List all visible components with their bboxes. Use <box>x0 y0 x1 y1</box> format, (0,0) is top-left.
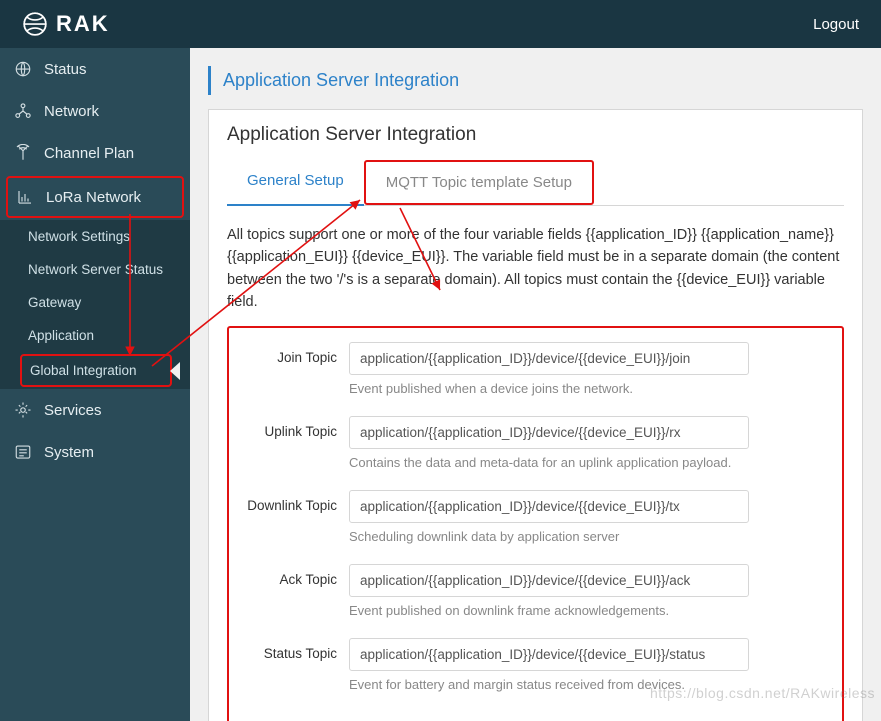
hint-join-topic: Event published when a device joins the … <box>349 381 749 396</box>
antenna-icon <box>14 144 32 162</box>
main-content: Application Server Integration Applicati… <box>190 48 881 721</box>
sidebar-item-label: LoRa Network <box>46 189 141 206</box>
page-title: Application Server Integration <box>208 66 863 95</box>
tab-general-setup[interactable]: General Setup <box>227 160 364 205</box>
integration-panel: Application Server Integration General S… <box>208 109 863 721</box>
sidebar-item-services[interactable]: Services <box>0 389 190 431</box>
sidebar-subitem-gateway[interactable]: Gateway <box>0 286 190 319</box>
gear-icon <box>14 401 32 419</box>
input-uplink-topic[interactable] <box>349 416 749 449</box>
label-uplink-topic: Uplink Topic <box>229 416 349 439</box>
hint-ack-topic: Event published on downlink frame acknow… <box>349 603 749 618</box>
sidebar-item-channel-plan[interactable]: Channel Plan <box>0 132 190 174</box>
sidebar-item-label: Channel Plan <box>44 145 134 162</box>
brand-text: RAK <box>56 11 110 37</box>
brand-logo: RAK <box>22 11 110 37</box>
sidebar-subitem-global-integration[interactable]: Global Integration <box>20 354 172 387</box>
hint-downlink-topic: Scheduling downlink data by application … <box>349 529 749 544</box>
list-icon <box>14 443 32 461</box>
sidebar-item-label: System <box>44 444 94 461</box>
rak-logo-icon <box>22 11 48 37</box>
input-join-topic[interactable] <box>349 342 749 375</box>
label-status-topic: Status Topic <box>229 638 349 661</box>
logout-link[interactable]: Logout <box>813 16 859 33</box>
sidebar-item-status[interactable]: Status <box>0 48 190 90</box>
watermark: https://blog.csdn.net/RAKwireless <box>650 685 875 701</box>
sidebar-subitem-application[interactable]: Application <box>0 319 190 352</box>
sidebar-item-label: Services <box>44 402 102 419</box>
hint-uplink-topic: Contains the data and meta-data for an u… <box>349 455 749 470</box>
topic-description: All topics support one or more of the fo… <box>227 206 844 326</box>
sidebar-item-label: Status <box>44 61 87 78</box>
input-status-topic[interactable] <box>349 638 749 671</box>
form-row-uplink: Uplink Topic Contains the data and meta-… <box>229 416 832 484</box>
sidebar-item-label: Network <box>44 103 99 120</box>
app-header: RAK Logout <box>0 0 881 48</box>
label-downlink-topic: Downlink Topic <box>229 490 349 513</box>
globe-icon <box>14 60 32 78</box>
sidebar: Status Network Channel Plan LoRa Network… <box>0 48 190 721</box>
sidebar-item-system[interactable]: System <box>0 431 190 473</box>
sidebar-subnav-lora: Network Settings Network Server Status G… <box>0 220 190 389</box>
chart-icon <box>16 188 34 206</box>
tab-mqtt-topic-setup[interactable]: MQTT Topic template Setup <box>364 160 594 205</box>
tabs: General Setup MQTT Topic template Setup <box>227 160 844 206</box>
sidebar-subitem-server-status[interactable]: Network Server Status <box>0 253 190 286</box>
network-icon <box>14 102 32 120</box>
form-row-join: Join Topic Event published when a device… <box>229 342 832 410</box>
form-row-downlink: Downlink Topic Scheduling downlink data … <box>229 490 832 558</box>
sidebar-item-lora-network[interactable]: LoRa Network <box>6 176 184 218</box>
sidebar-subitem-network-settings[interactable]: Network Settings <box>0 220 190 253</box>
panel-title: Application Server Integration <box>209 110 862 160</box>
form-row-ack: Ack Topic Event published on downlink fr… <box>229 564 832 632</box>
input-ack-topic[interactable] <box>349 564 749 597</box>
label-join-topic: Join Topic <box>229 342 349 365</box>
label-ack-topic: Ack Topic <box>229 564 349 587</box>
input-downlink-topic[interactable] <box>349 490 749 523</box>
mqtt-form: Join Topic Event published when a device… <box>227 326 844 721</box>
sidebar-item-network[interactable]: Network <box>0 90 190 132</box>
